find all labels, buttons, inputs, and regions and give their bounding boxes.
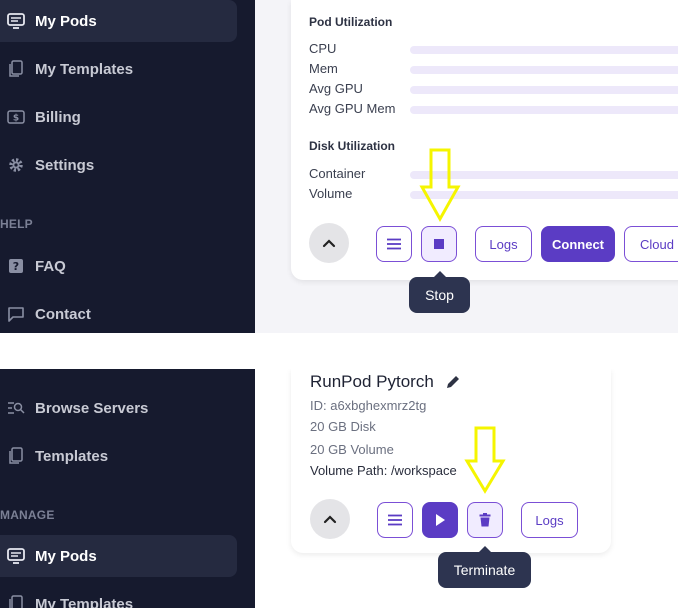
- templates-icon: [6, 594, 26, 608]
- sidebar-item-my-templates[interactable]: My Templates: [0, 48, 237, 90]
- sidebar-item-browse-servers[interactable]: Browse Servers: [0, 387, 237, 429]
- hamburger-icon: [387, 238, 401, 250]
- pod-volume: 20 GB Volume: [310, 442, 394, 457]
- pod-id: ID: a6xbghexmrz2tg: [310, 398, 427, 413]
- hamburger-icon: [388, 514, 402, 526]
- terminate-button[interactable]: [467, 502, 503, 538]
- sidebar-item-label: Settings: [35, 156, 95, 174]
- pod-card: Pod Utilization CPU Mem Avg GPU Avg GPU …: [291, 0, 678, 280]
- billing-icon: $: [6, 107, 26, 127]
- disk-utilization-title: Disk Utilization: [309, 139, 396, 153]
- sidebar-item-my-pods[interactable]: My Pods: [0, 535, 237, 577]
- metric-label-volume: Volume: [309, 186, 353, 201]
- metric-label-container: Container: [309, 166, 366, 181]
- cpu-bar: [410, 46, 678, 54]
- sidebar-item-templates[interactable]: Templates: [0, 435, 237, 477]
- sidebar-item-label: Billing: [35, 108, 81, 126]
- manage-section-label: MANAGE: [0, 508, 55, 522]
- metric-label-avg-gpu: Avg GPU: [309, 81, 363, 96]
- cloud-sync-button[interactable]: Cloud Sync: [624, 226, 678, 262]
- chevron-up-icon: [323, 515, 337, 524]
- play-icon: [436, 514, 445, 526]
- sidebar-item-my-templates[interactable]: My Templates: [0, 583, 237, 608]
- sidebar-item-label: Browse Servers: [35, 399, 149, 417]
- sidebar-item-label: My Templates: [35, 595, 134, 608]
- sidebar-item-faq[interactable]: ? FAQ: [0, 245, 237, 287]
- metric-label-cpu: CPU: [309, 41, 337, 56]
- pod-card: RunPod Pytorch ID: a6xbghexmrz2tg 20 GB …: [291, 369, 611, 553]
- avg-gpu-mem-bar: [410, 106, 678, 114]
- sidebar-item-my-pods[interactable]: My Pods: [0, 0, 237, 42]
- help-section-label: HELP: [0, 217, 33, 231]
- logs-button[interactable]: Logs: [475, 226, 532, 262]
- pod-volume-path: Volume Path: /workspace: [310, 463, 457, 478]
- main-content: Pod Utilization CPU Mem Avg GPU Avg GPU …: [255, 0, 678, 333]
- menu-button[interactable]: [377, 502, 413, 538]
- mem-bar: [410, 66, 678, 74]
- sidebar-item-label: My Pods: [35, 547, 97, 565]
- highlight-arrow-icon: [419, 148, 461, 223]
- highlight-arrow-icon: [464, 426, 506, 494]
- pods-icon: [6, 11, 26, 31]
- bottom-screenshot-panel: Browse Servers Templates MANAGE My Pods …: [0, 369, 678, 608]
- edit-pencil-icon[interactable]: [445, 374, 461, 390]
- terminate-tooltip: Terminate: [438, 546, 531, 588]
- sidebar-item-settings[interactable]: Settings: [0, 144, 237, 186]
- question-icon: ?: [6, 256, 26, 276]
- connect-button[interactable]: Connect: [541, 226, 615, 262]
- sidebar-item-billing[interactable]: $ Billing: [0, 96, 237, 138]
- avg-gpu-bar: [410, 86, 678, 94]
- metric-label-mem: Mem: [309, 61, 338, 76]
- pod-utilization-title: Pod Utilization: [309, 15, 393, 29]
- sidebar: My Pods My Templates $ Billing Settings …: [0, 0, 255, 333]
- sidebar-item-label: FAQ: [35, 257, 66, 275]
- templates-icon: [6, 446, 26, 466]
- sidebar-item-label: Contact: [35, 305, 91, 323]
- svg-text:$: $: [13, 114, 19, 124]
- menu-button[interactable]: [376, 226, 412, 262]
- trash-icon: [479, 513, 491, 527]
- logs-button[interactable]: Logs: [521, 502, 578, 538]
- top-screenshot-panel: My Pods My Templates $ Billing Settings …: [0, 0, 678, 333]
- stop-icon: [434, 239, 444, 249]
- sidebar-item-label: My Pods: [35, 12, 97, 30]
- stop-button[interactable]: [421, 226, 457, 262]
- sidebar: Browse Servers Templates MANAGE My Pods …: [0, 369, 255, 608]
- start-button[interactable]: [422, 502, 458, 538]
- collapse-button[interactable]: [309, 223, 349, 263]
- metric-label-avg-gpu-mem: Avg GPU Mem: [309, 101, 396, 116]
- pods-icon: [6, 546, 26, 566]
- sidebar-item-label: My Templates: [35, 60, 134, 78]
- main-content: RunPod Pytorch ID: a6xbghexmrz2tg 20 GB …: [255, 369, 611, 608]
- pod-title: RunPod Pytorch: [310, 372, 434, 391]
- gear-icon: [6, 155, 26, 175]
- browse-icon: [6, 398, 26, 418]
- svg-text:?: ?: [13, 260, 19, 273]
- chat-icon: [6, 304, 26, 324]
- sidebar-item-label: Templates: [35, 447, 109, 465]
- stop-tooltip: Stop: [409, 271, 470, 313]
- templates-icon: [6, 59, 26, 79]
- chevron-up-icon: [322, 239, 336, 248]
- sidebar-item-contact[interactable]: Contact: [0, 293, 237, 333]
- pod-disk: 20 GB Disk: [310, 419, 376, 434]
- collapse-button[interactable]: [310, 499, 350, 539]
